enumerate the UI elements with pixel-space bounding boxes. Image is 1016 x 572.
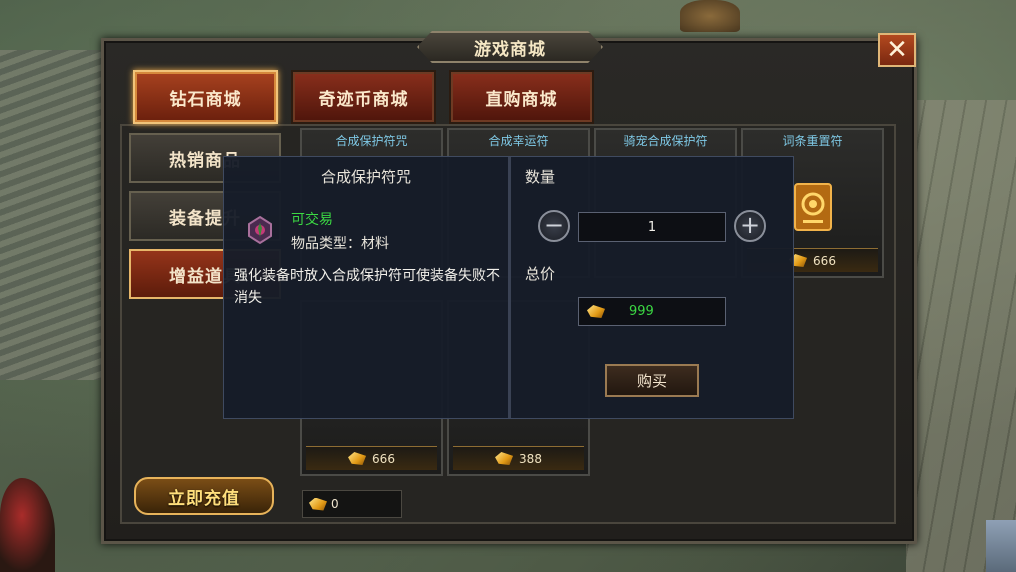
recharge-button[interactable]: 立即充值	[134, 477, 274, 515]
balance-value: 0	[331, 497, 339, 511]
price-bar: 666	[306, 446, 437, 470]
roof	[0, 50, 110, 380]
item-type: 物品类型：材料	[291, 236, 389, 252]
price-bar: 388	[453, 446, 584, 470]
diamond-balance: 0	[302, 490, 402, 518]
quantity-label: 数量	[525, 168, 556, 186]
diamond-icon	[309, 497, 327, 511]
tab-miracle-coin-shop[interactable]: 奇迹币商城	[291, 70, 436, 124]
reset-card-icon	[793, 183, 832, 231]
item-description: 强化装备时放入合成保护符可使装备失败不消失	[234, 268, 500, 306]
purchase-panel: 数量 − + 总价 999 购买	[511, 157, 793, 418]
diamond-icon	[495, 452, 514, 465]
purple-charm-icon	[248, 215, 272, 245]
total-price-label: 总价	[525, 265, 556, 283]
stone-wall	[906, 100, 1016, 572]
item-info-panel: 合成保护符咒 可交易 物品类型：材料 强化装备时放入合成保护符可使装备失败不消失	[224, 157, 508, 418]
item-name: 合成幸运符	[488, 134, 549, 148]
diamond-icon	[348, 452, 367, 465]
window-title: 游戏商城	[417, 31, 603, 63]
tab-direct-purchase-shop[interactable]: 直购商城	[449, 70, 594, 124]
tab-diamond-shop[interactable]: 钻石商城	[133, 70, 278, 124]
item-name: 词条重置符	[782, 134, 843, 148]
total-price-value: 999	[629, 304, 654, 319]
total-price-box: 999	[578, 297, 726, 326]
tradable-status: 可交易	[291, 212, 333, 228]
purchase-dialog: 合成保护符咒 可交易 物品类型：材料 强化装备时放入合成保护符可使装备失败不消失…	[223, 156, 794, 419]
item-price: 388	[519, 451, 542, 466]
item-price: 666	[372, 451, 395, 466]
barrel	[680, 0, 740, 32]
increase-quantity-button[interactable]: +	[734, 210, 766, 242]
item-name: 骑宠合成保护符	[623, 134, 708, 148]
quantity-input[interactable]	[578, 212, 726, 242]
close-button[interactable]: ✕	[878, 33, 916, 67]
item-price: 666	[813, 253, 836, 268]
decrease-quantity-button[interactable]: −	[538, 210, 570, 242]
diamond-icon	[587, 305, 605, 318]
buy-button[interactable]: 购买	[605, 364, 699, 397]
npc-figure[interactable]	[986, 520, 1016, 572]
item-name: 合成保护符咒	[335, 134, 408, 148]
dialog-item-name: 合成保护符咒	[320, 168, 411, 186]
